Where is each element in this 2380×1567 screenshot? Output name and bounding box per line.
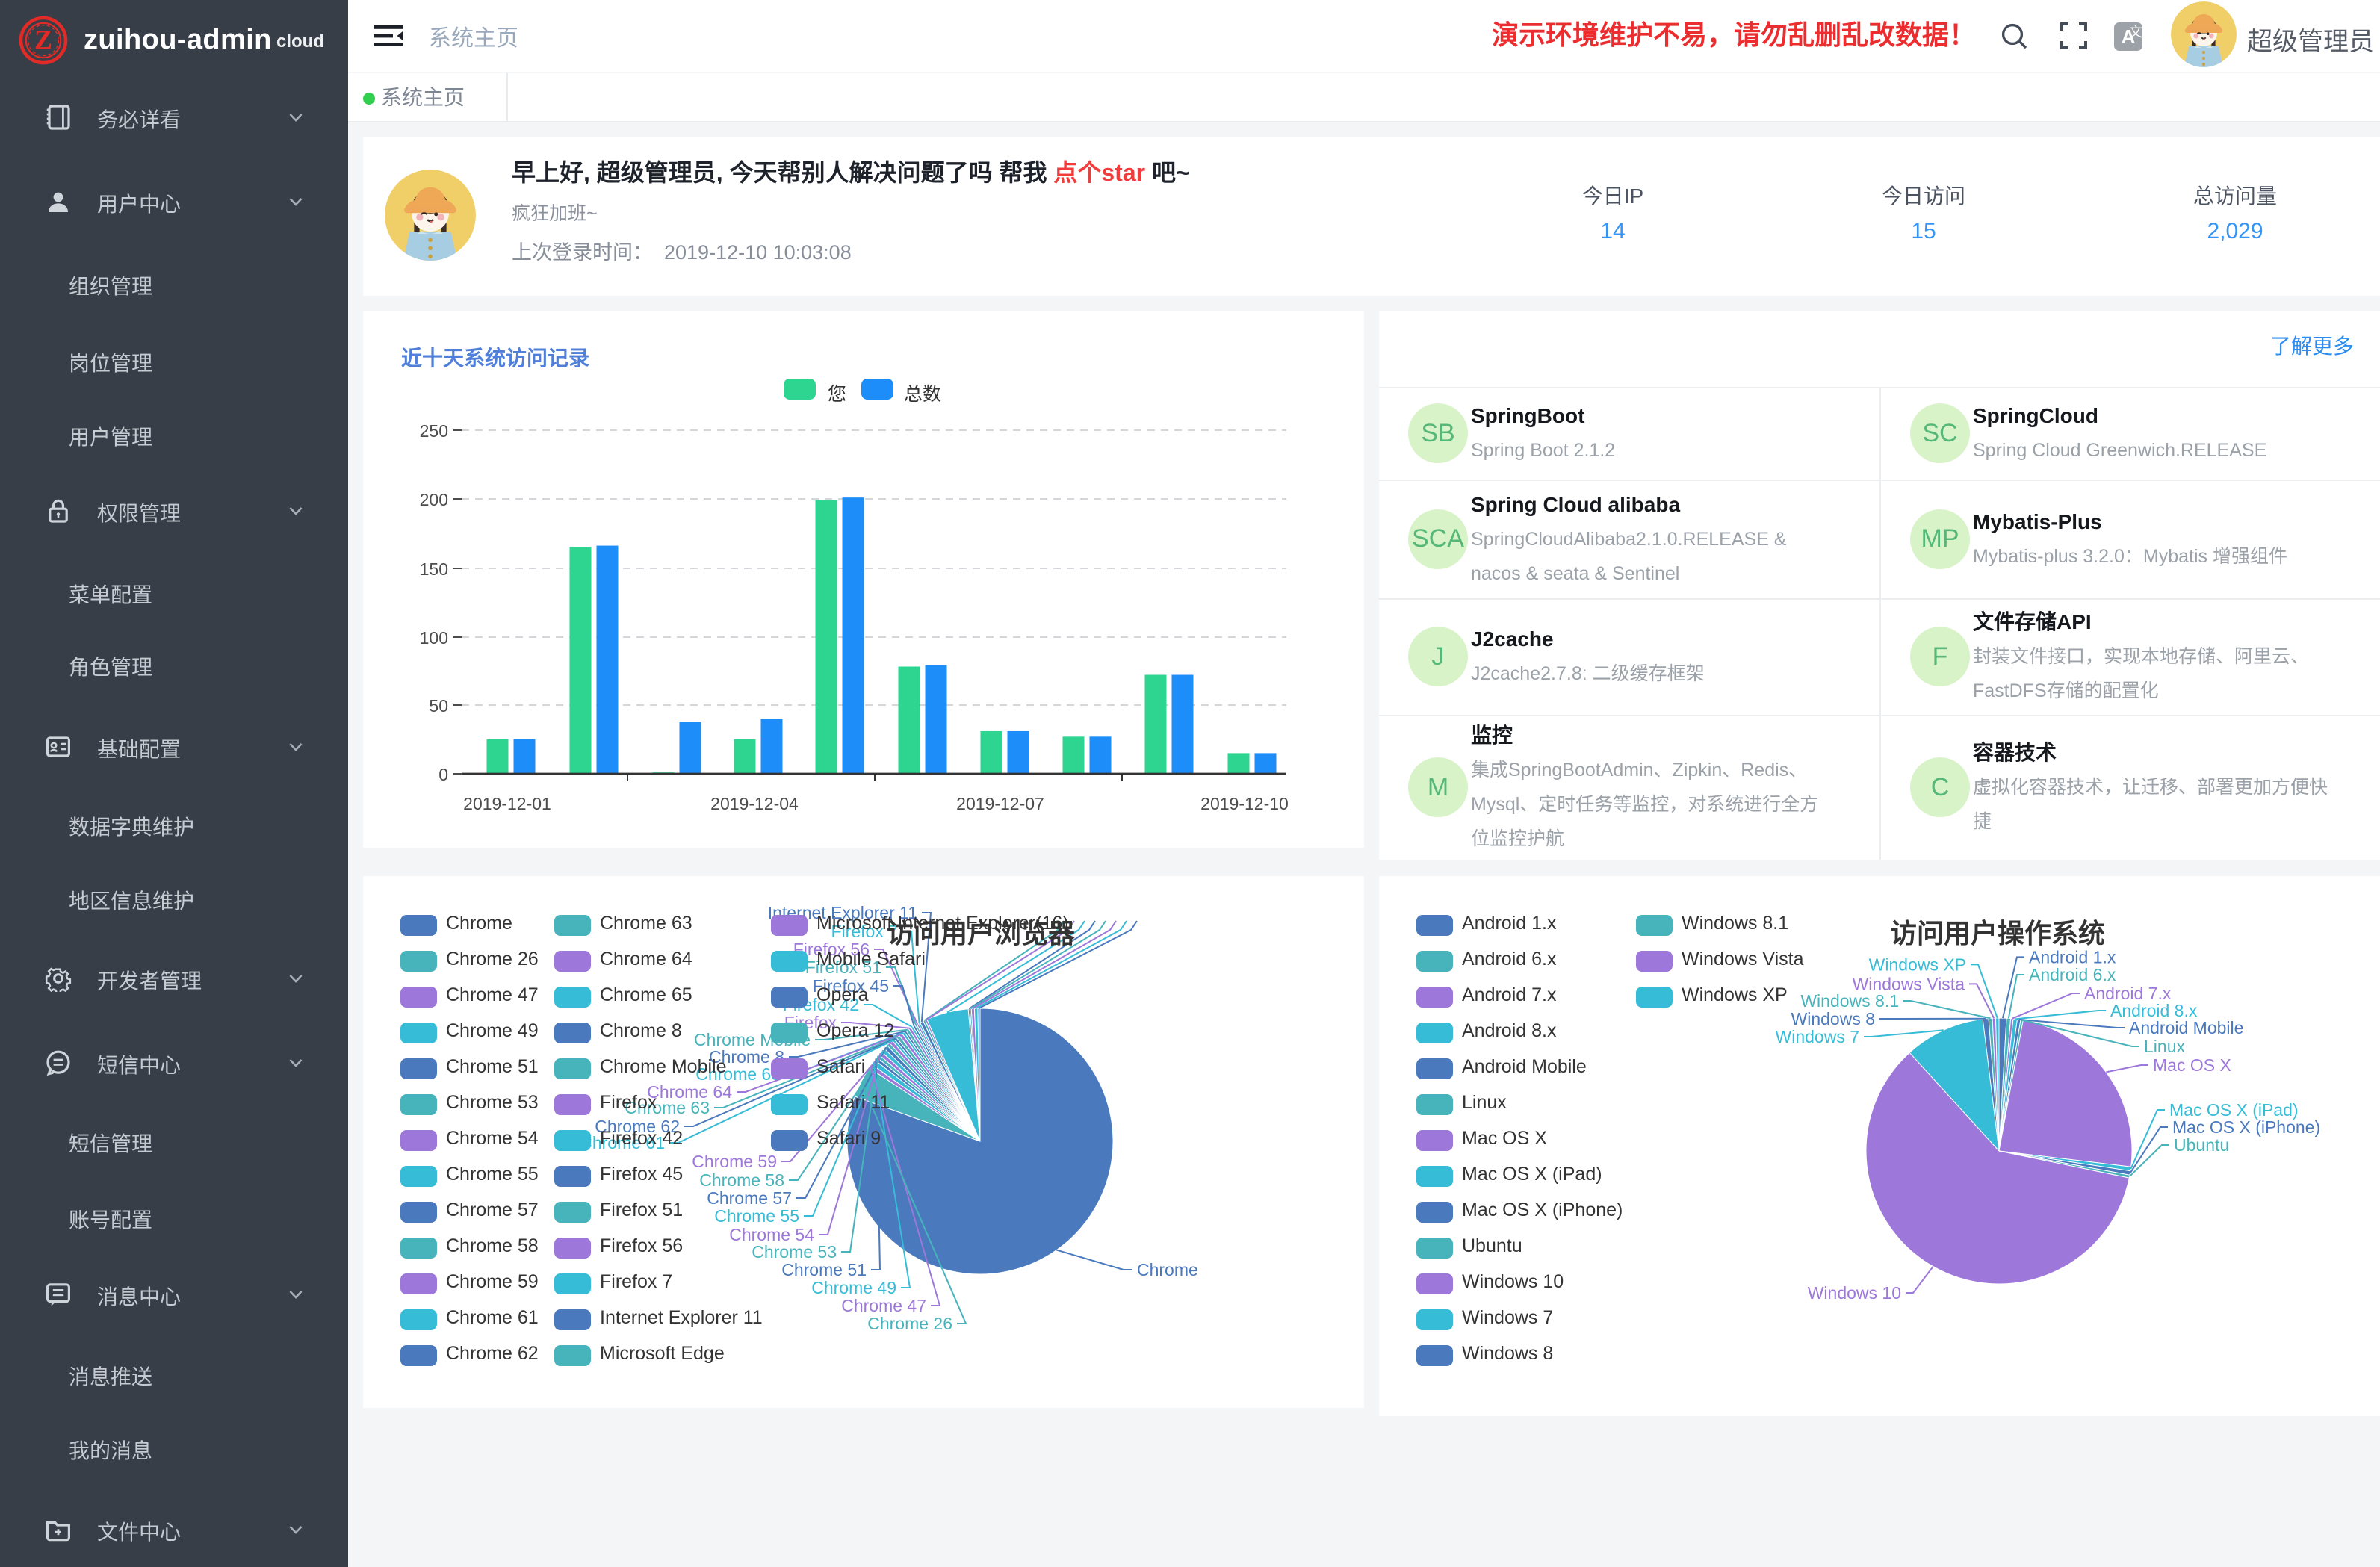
svg-text:50: 50 — [429, 696, 448, 716]
svg-text:Mac OS X: Mac OS X — [2153, 1055, 2231, 1075]
svg-text:Android Mobile: Android Mobile — [2129, 1018, 2243, 1037]
svg-text:Windows 8: Windows 8 — [1791, 1009, 1875, 1028]
svg-text:2019-12-01: 2019-12-01 — [463, 794, 551, 813]
svg-text:0: 0 — [438, 765, 448, 784]
svg-text:Windows 10: Windows 10 — [1808, 1283, 1901, 1303]
svg-text:Android 6.x: Android 6.x — [2029, 965, 2116, 984]
svg-text:Mac OS X (iPhone): Mac OS X (iPhone) — [2172, 1117, 2320, 1137]
svg-text:Linux: Linux — [2144, 1037, 2185, 1056]
svg-text:Windows XP: Windows XP — [1869, 955, 1966, 974]
svg-text:2019-12-10: 2019-12-10 — [1200, 794, 1289, 813]
svg-text:Chrome 51: Chrome 51 — [781, 1260, 867, 1279]
svg-text:250: 250 — [420, 421, 448, 441]
svg-text:Chrome 26: Chrome 26 — [867, 1314, 952, 1333]
svg-text:Z: Z — [34, 25, 52, 55]
svg-text:2019-12-07: 2019-12-07 — [956, 794, 1044, 813]
svg-text:200: 200 — [420, 490, 448, 509]
svg-text:Chrome 58: Chrome 58 — [699, 1170, 784, 1190]
svg-text:150: 150 — [420, 559, 448, 579]
svg-text:Chrome 53: Chrome 53 — [752, 1242, 837, 1262]
svg-text:Windows 7: Windows 7 — [1776, 1027, 1859, 1046]
svg-text:Chrome 59: Chrome 59 — [692, 1152, 777, 1171]
svg-text:Chrome 49: Chrome 49 — [811, 1278, 896, 1297]
svg-text:Chrome 47: Chrome 47 — [841, 1296, 926, 1315]
svg-text:Chrome 55: Chrome 55 — [714, 1206, 799, 1226]
svg-text:2019-12-04: 2019-12-04 — [710, 794, 799, 813]
svg-text:100: 100 — [420, 628, 448, 648]
svg-text:Chrome: Chrome — [1137, 1260, 1198, 1279]
svg-text:Ubuntu: Ubuntu — [2174, 1135, 2229, 1155]
svg-text:Windows 8.1: Windows 8.1 — [1800, 991, 1899, 1011]
svg-text:Chrome 57: Chrome 57 — [707, 1188, 792, 1208]
